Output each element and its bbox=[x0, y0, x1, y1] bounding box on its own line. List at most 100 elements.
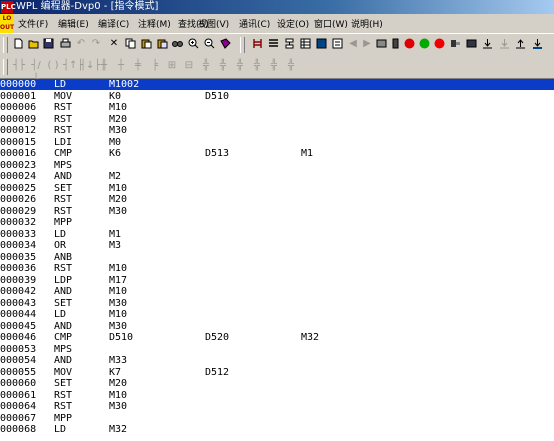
book-icon[interactable] bbox=[218, 37, 232, 51]
paste-special-icon[interactable] bbox=[155, 37, 169, 51]
instruction-row[interactable]: 000024 AND M2 bbox=[0, 171, 554, 182]
step-number: 000044 bbox=[0, 309, 37, 320]
instruction-row[interactable]: 000006 RST M10 bbox=[0, 102, 554, 113]
segment-2-icon[interactable]: ╬ bbox=[216, 59, 230, 73]
segment-6-icon[interactable]: ╬ bbox=[284, 59, 298, 73]
menu-edit[interactable]: 编辑(E) bbox=[58, 17, 89, 30]
run-icon[interactable] bbox=[417, 37, 431, 51]
falling-edge-icon[interactable]: ┤↓├ bbox=[80, 59, 100, 73]
instruction-row[interactable]: 000023 MPS bbox=[0, 160, 554, 171]
instruction-row[interactable]: 000009 RST M20 bbox=[0, 114, 554, 125]
instruction-row[interactable]: 000012 RST M30 bbox=[0, 125, 554, 136]
instruction-row[interactable]: 000001 MOV K0 D510 bbox=[0, 91, 554, 102]
delete-line-icon[interactable]: ⊟ bbox=[182, 59, 196, 73]
menu-compile[interactable]: 编译(C) bbox=[98, 17, 129, 30]
opcode: CMP bbox=[54, 148, 73, 159]
menu-comment[interactable]: 注释(M) bbox=[138, 17, 171, 30]
find-icon[interactable] bbox=[170, 37, 184, 51]
zoom-out-icon[interactable] bbox=[202, 37, 216, 51]
contact-nc-icon[interactable]: ┤/├ bbox=[29, 59, 43, 85]
app-instruction-icon[interactable]: ⊞ bbox=[165, 59, 179, 73]
redo-icon[interactable]: ↷ bbox=[89, 37, 103, 51]
instruction-row[interactable]: 000015 LDI M0 bbox=[0, 137, 554, 148]
mdi-document-icon[interactable]: LO OUT bbox=[0, 14, 14, 33]
instruction-row[interactable]: 000067 MPP bbox=[0, 413, 554, 424]
instruction-row[interactable]: 000068 LD M32 bbox=[0, 424, 554, 435]
hline-icon[interactable]: ┼ bbox=[114, 59, 128, 73]
ladder-icon[interactable] bbox=[250, 37, 264, 51]
zoom-in-icon[interactable] bbox=[186, 37, 200, 51]
contact-no-icon[interactable]: ┤├ bbox=[12, 59, 26, 73]
instruction-row[interactable]: 000060 SET M20 bbox=[0, 378, 554, 389]
instruction-row[interactable]: 000035 ANB bbox=[0, 252, 554, 263]
vline-icon[interactable]: ╪ bbox=[131, 59, 145, 73]
instruction-row[interactable]: 000034 OR M3 bbox=[0, 240, 554, 251]
operand-1: M30 bbox=[109, 297, 128, 309]
standard-toolbar: ↶ ↷ ✕ ◀ ▶ bbox=[0, 34, 554, 57]
comm-icon[interactable] bbox=[448, 37, 462, 51]
download-icon[interactable] bbox=[480, 37, 494, 51]
cut-icon[interactable]: ✕ bbox=[107, 37, 121, 51]
instruction-row[interactable]: 000025 SET M10 bbox=[0, 183, 554, 194]
segment-3-icon[interactable]: ╬ bbox=[233, 59, 247, 73]
instruction-row-selected[interactable]: 000000 LD M1002 bbox=[0, 79, 554, 90]
instruction-row[interactable]: 000032 MPP bbox=[0, 217, 554, 228]
instruction-row[interactable]: 000026 RST M20 bbox=[0, 194, 554, 205]
segment-1-icon[interactable]: ╬ bbox=[199, 59, 213, 73]
menu-window[interactable]: 窗口(W) bbox=[314, 17, 348, 30]
undo-icon[interactable]: ↶ bbox=[74, 37, 88, 51]
instruction-row[interactable]: 000043 SET M30 bbox=[0, 298, 554, 309]
instruction-row[interactable]: 000033 LD M1 bbox=[0, 229, 554, 240]
segment-4-icon[interactable]: ╬ bbox=[250, 59, 264, 73]
invert-icon[interactable]: ╫ bbox=[97, 59, 111, 73]
instruction-row[interactable]: 000054 AND M33 bbox=[0, 355, 554, 366]
menu-settings[interactable]: 设定(O) bbox=[277, 17, 309, 30]
copy-icon[interactable] bbox=[123, 37, 137, 51]
toolbar-grip[interactable] bbox=[3, 59, 8, 75]
rising-edge-icon[interactable]: ┤↑├ bbox=[63, 59, 83, 73]
plc-read-icon[interactable] bbox=[530, 37, 544, 51]
arrow-left-icon[interactable]: ◀ bbox=[346, 37, 360, 51]
instruction-row[interactable]: 000046 CMP D510 D520 M32 bbox=[0, 332, 554, 343]
device-icon[interactable] bbox=[388, 37, 402, 51]
arrow-right-icon[interactable]: ▶ bbox=[360, 37, 374, 51]
print-icon[interactable] bbox=[58, 37, 72, 51]
coil-icon[interactable]: ( ) bbox=[46, 59, 60, 73]
monitor-icon[interactable] bbox=[314, 37, 328, 51]
instruction-row[interactable]: 000053 MPS bbox=[0, 344, 554, 355]
sfc-icon[interactable] bbox=[282, 37, 296, 51]
stop-icon[interactable] bbox=[432, 37, 446, 51]
read-icon[interactable] bbox=[513, 37, 527, 51]
app-icon[interactable]: PLC bbox=[1, 1, 16, 13]
paste-icon[interactable] bbox=[139, 37, 153, 51]
write-icon[interactable] bbox=[497, 37, 511, 51]
instruction-row[interactable]: 000042 AND M10 bbox=[0, 286, 554, 297]
instruction-row[interactable]: 000029 RST M30 bbox=[0, 206, 554, 217]
instruction-row[interactable]: 000064 RST M30 bbox=[0, 401, 554, 412]
instruction-row[interactable]: 000036 RST M10 bbox=[0, 263, 554, 274]
instruction-editor[interactable]: 000000 LD M1002 000001 MOV K0 D510 000006 RST M10… bbox=[0, 79, 554, 441]
table-icon[interactable] bbox=[298, 37, 312, 51]
instruction-row[interactable]: 000061 RST M10 bbox=[0, 390, 554, 401]
save-icon[interactable] bbox=[41, 37, 55, 51]
func-icon[interactable]: ╞ bbox=[148, 59, 162, 73]
segment-5-icon[interactable]: ╬ bbox=[267, 59, 281, 73]
new-icon[interactable] bbox=[11, 37, 25, 51]
upload-icon[interactable] bbox=[464, 37, 478, 51]
instruction-row[interactable]: 000016 CMP K6 D513 M1 bbox=[0, 148, 554, 159]
instruction-row[interactable]: 000045 AND M30 bbox=[0, 321, 554, 332]
instruction-row[interactable]: 000055 MOV K7 D512 bbox=[0, 367, 554, 378]
toolbar-grip[interactable] bbox=[3, 37, 8, 53]
step-number: 000023 bbox=[0, 159, 37, 171]
menu-comm[interactable]: 通讯(C) bbox=[239, 17, 270, 30]
menu-help[interactable]: 说明(H) bbox=[351, 17, 383, 30]
menu-view[interactable]: 视图(V) bbox=[198, 17, 229, 30]
instruction-icon[interactable] bbox=[266, 37, 280, 51]
tab-icon[interactable] bbox=[374, 37, 388, 51]
instruction-row[interactable]: 000039 LDP M17 bbox=[0, 275, 554, 286]
compile-icon[interactable] bbox=[330, 37, 344, 51]
red-circle-icon[interactable] bbox=[402, 37, 416, 51]
instruction-row[interactable]: 000044 LD M10 bbox=[0, 309, 554, 320]
menu-file[interactable]: 文件(F) bbox=[18, 17, 48, 30]
open-icon[interactable] bbox=[26, 37, 40, 51]
